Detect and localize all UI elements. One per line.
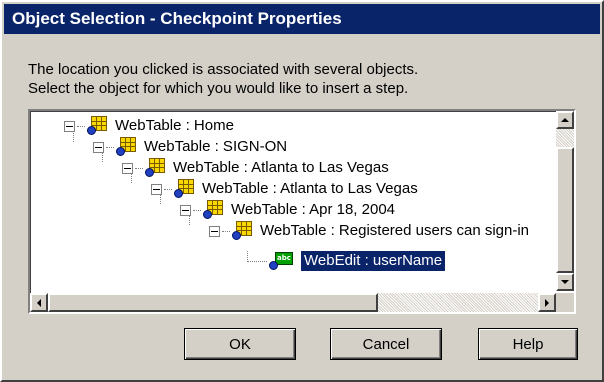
- tree-dots: [222, 230, 230, 232]
- dialog-description: The location you clicked is associated w…: [28, 60, 418, 98]
- scroll-up-button[interactable]: [556, 111, 574, 129]
- collapse-icon[interactable]: [93, 141, 104, 153]
- webtable-icon: [232, 221, 254, 241]
- webtable-icon: [145, 158, 167, 178]
- object-selection-dialog: Object Selection - Checkpoint Properties…: [0, 0, 604, 382]
- arrow-up-icon: [561, 118, 569, 122]
- collapse-icon[interactable]: [180, 204, 191, 216]
- horizontal-scroll-thumb[interactable]: [48, 293, 378, 312]
- scroll-right-button[interactable]: [538, 293, 556, 312]
- webtable-icon: [174, 179, 196, 199]
- tree-node-label: WebTable : SIGN-ON: [144, 138, 288, 155]
- object-tree[interactable]: WebTable : Home WebTable : SIGN-ON WebTa…: [30, 111, 556, 291]
- arrow-left-icon: [37, 298, 41, 307]
- tree-dots: [193, 209, 201, 211]
- collapse-icon[interactable]: [122, 162, 133, 174]
- ok-button[interactable]: OK: [184, 328, 296, 360]
- tree-node-webtable-atlanta-1[interactable]: WebTable : Atlanta to Las Vegas: [122, 158, 389, 178]
- object-tree-panel: WebTable : Home WebTable : SIGN-ON WebTa…: [28, 109, 576, 314]
- tree-node-webtable-home[interactable]: WebTable : Home: [64, 116, 234, 136]
- scroll-down-button[interactable]: [556, 273, 574, 291]
- webtable-icon: [116, 137, 138, 157]
- scroll-left-button[interactable]: [30, 293, 48, 312]
- tree-node-label: WebTable : Home: [115, 117, 234, 134]
- tree-node-label: WebTable : Apr 18, 2004: [231, 201, 396, 218]
- tree-node-label: WebEdit : userName: [301, 251, 446, 271]
- dialog-title[interactable]: Object Selection - Checkpoint Properties: [4, 4, 600, 34]
- tree-dots: [77, 125, 85, 127]
- tree-node-label: WebTable : Atlanta to Las Vegas: [173, 159, 389, 176]
- tree-dots: [135, 167, 143, 169]
- tree-node-label: WebTable : Atlanta to Las Vegas: [202, 180, 418, 197]
- vertical-scrollbar[interactable]: [556, 111, 574, 291]
- arrow-right-icon: [545, 298, 549, 307]
- cancel-button[interactable]: Cancel: [330, 328, 442, 360]
- tree-dots: [164, 188, 172, 190]
- tree-node-webtable-registered-users[interactable]: WebTable : Registered users can sign-in: [209, 221, 529, 241]
- webtable-icon: [203, 200, 225, 220]
- tree-dots: [106, 146, 114, 148]
- vertical-scroll-thumb[interactable]: [556, 147, 574, 273]
- description-line-2: Select the object for which you would li…: [28, 80, 409, 97]
- scrollbar-corner: [556, 293, 574, 312]
- description-line-1: The location you clicked is associated w…: [28, 61, 419, 78]
- tree-node-webtable-apr-18-2004[interactable]: WebTable : Apr 18, 2004: [180, 200, 395, 220]
- collapse-icon[interactable]: [64, 120, 75, 132]
- tree-node-webedit-username[interactable]: abc WebEdit : userName: [247, 251, 446, 271]
- collapse-icon[interactable]: [209, 225, 220, 237]
- webedit-icon: abc: [269, 251, 295, 271]
- tree-node-webtable-sign-on[interactable]: WebTable : SIGN-ON: [93, 137, 287, 157]
- tree-node-webtable-atlanta-2[interactable]: WebTable : Atlanta to Las Vegas: [151, 179, 418, 199]
- webtable-icon: [87, 116, 109, 136]
- help-button[interactable]: Help: [478, 328, 578, 360]
- collapse-icon[interactable]: [151, 183, 162, 195]
- horizontal-scrollbar[interactable]: [30, 293, 556, 312]
- arrow-down-icon: [561, 280, 569, 284]
- tree-dots: [247, 260, 267, 262]
- tree-node-label: WebTable : Registered users can sign-in: [260, 222, 530, 239]
